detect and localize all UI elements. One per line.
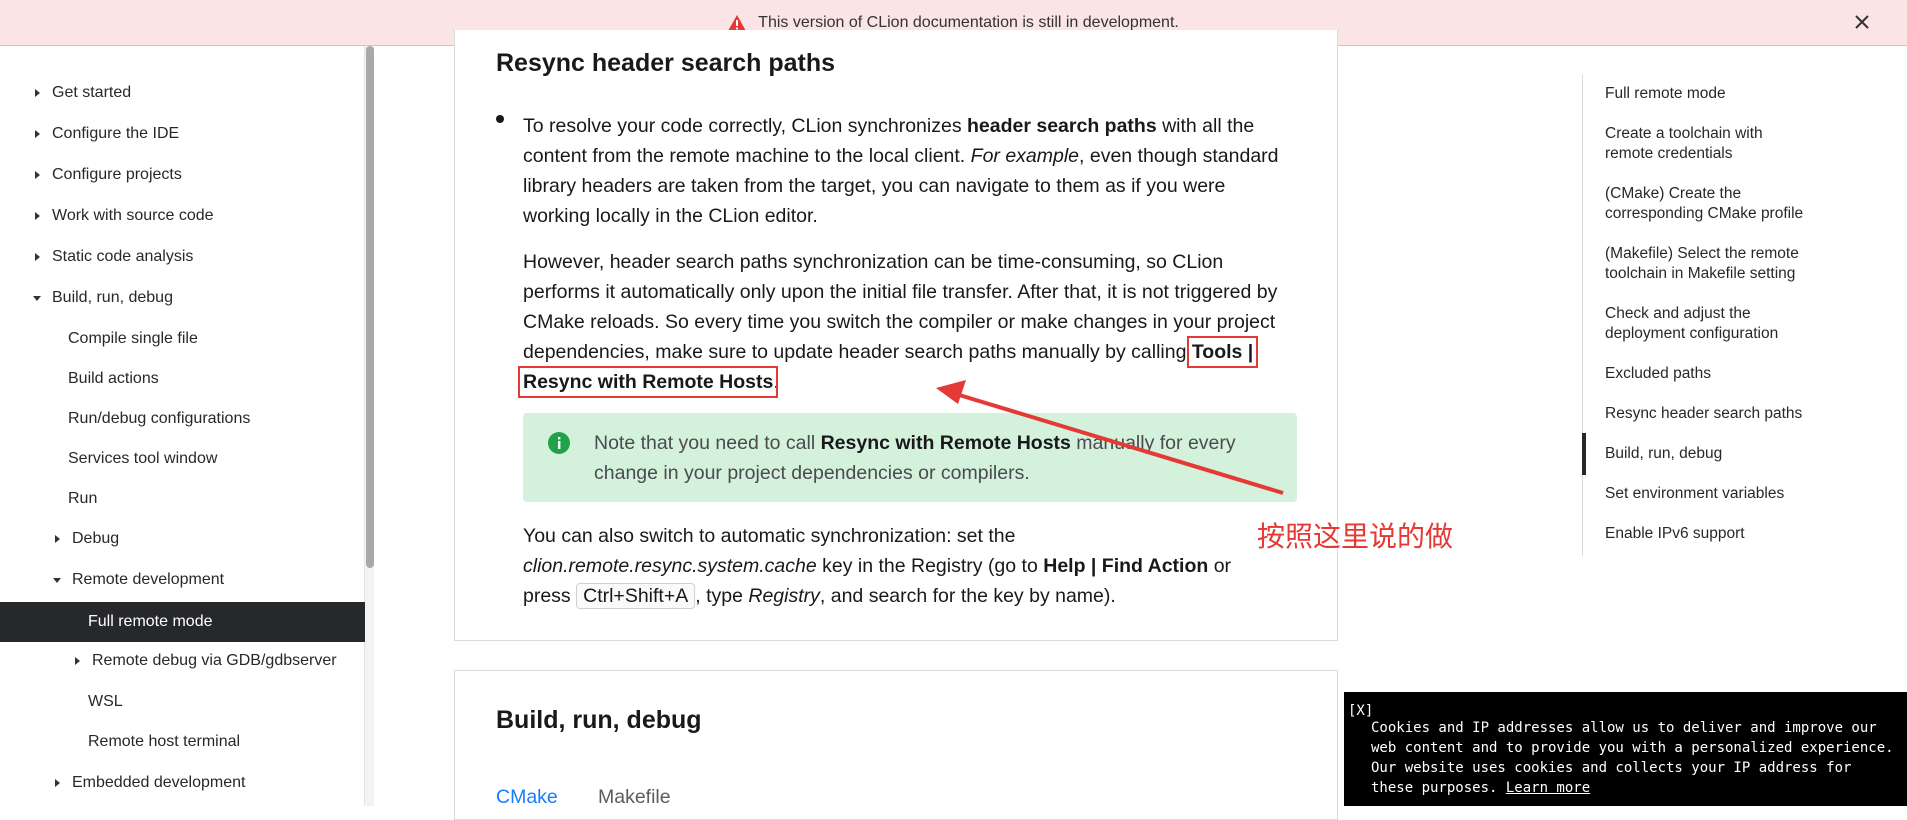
- caret-down-icon: [33, 296, 41, 301]
- sidebar-item-label: Remote development: [72, 571, 225, 588]
- sidebar-item-label: Run: [68, 490, 98, 507]
- bullet-dot: [496, 115, 504, 123]
- sidebar-item-run[interactable]: Run: [0, 481, 365, 517]
- sidebar-item-label: Remote host terminal: [88, 733, 241, 750]
- text-run: To resolve your code correctly, CLion sy…: [523, 115, 967, 137]
- caret-right-icon: [35, 89, 40, 97]
- sidebar-item-full-remote-mode[interactable]: Full remote mode: [0, 602, 365, 642]
- cookie-notice: [X] Cookies and IP addresses allow us to…: [1344, 692, 1907, 806]
- sidebar-item-configure-ide[interactable]: Configure the IDE: [0, 116, 365, 152]
- text-run-italic: Registry: [748, 585, 820, 607]
- sidebar-item-label: Build, run, debug: [52, 289, 173, 306]
- info-icon: [548, 432, 570, 454]
- page-toc: Full remote mode Create a toolchain with…: [1582, 74, 1812, 556]
- sidebar-item-label: Remote debug via GDB/gdbserver: [92, 652, 337, 669]
- toc-item-deployment-config[interactable]: Check and adjust the deployment configur…: [1605, 304, 1815, 344]
- sidebar-item-label: Services tool window: [68, 450, 218, 467]
- sidebar-item-get-started[interactable]: Get started: [0, 75, 365, 111]
- paragraph-auto-sync: You can also switch to automatic synchro…: [523, 521, 1273, 611]
- sidebar-item-wsl[interactable]: WSL: [0, 684, 365, 720]
- annotation-text: 按照这里说的做: [1257, 520, 1454, 553]
- text-run: However, header search paths synchroniza…: [523, 251, 1278, 363]
- toc-item-ipv6-support[interactable]: Enable IPv6 support: [1605, 524, 1815, 544]
- sidebar-item-label: Configure the IDE: [52, 125, 180, 142]
- note-text: Note that you need to call Resync with R…: [594, 428, 1284, 488]
- sidebar-item-label: Compile single file: [68, 330, 198, 347]
- text-run: .: [773, 371, 779, 393]
- sidebar-item-label: Configure projects: [52, 166, 182, 183]
- sidebar-item-label: Embedded development: [72, 774, 246, 791]
- caret-right-icon: [35, 253, 40, 261]
- warning-icon: [728, 14, 747, 31]
- caret-right-icon: [35, 130, 40, 138]
- text-run: You can also switch to automatic synchro…: [523, 525, 1016, 547]
- text-run: Note that you need to call: [594, 432, 821, 454]
- sidebar-item-label: Run/debug configurations: [68, 410, 251, 427]
- caret-right-icon: [35, 171, 40, 179]
- registry-key-text: clion.remote.resync.system.cache: [523, 555, 817, 577]
- caret-right-icon: [35, 212, 40, 220]
- toc-item-makefile-toolchain[interactable]: (Makefile) Select the remote toolchain i…: [1605, 244, 1815, 284]
- sidebar-item-remote-development[interactable]: Remote development: [0, 562, 365, 598]
- sidebar-item-build-run-debug[interactable]: Build, run, debug: [0, 280, 365, 316]
- sidebar-scrollbar-thumb[interactable]: [366, 46, 374, 568]
- section-title-build-run-debug: Build, run, debug: [496, 706, 702, 734]
- article-card-build-run-debug: [454, 670, 1338, 820]
- text-run: , type: [695, 585, 749, 607]
- cookie-close-button[interactable]: [X]: [1348, 701, 1373, 721]
- paragraph-resync-manual: However, header search paths synchroniza…: [517, 247, 1293, 398]
- caret-right-icon: [75, 657, 80, 665]
- toc-item-full-remote-mode[interactable]: Full remote mode: [1605, 84, 1815, 104]
- sidebar-item-remote-host-terminal[interactable]: Remote host terminal: [0, 724, 365, 760]
- sidebar-item-static-analysis[interactable]: Static code analysis: [0, 239, 365, 275]
- toc-item-cmake-profile[interactable]: (CMake) Create the corresponding CMake p…: [1605, 184, 1815, 224]
- toc-active-marker: [1582, 433, 1586, 475]
- sidebar-item-label: Debug: [72, 530, 120, 547]
- sidebar-item-debug[interactable]: Debug: [0, 521, 365, 557]
- caret-right-icon: [55, 535, 60, 543]
- toc-item-excluded-paths[interactable]: Excluded paths: [1605, 364, 1815, 384]
- sidebar-item-run-debug-configs[interactable]: Run/debug configurations: [0, 401, 365, 437]
- menu-path-find-action: Help | Find Action: [1043, 555, 1209, 577]
- note-callout: Note that you need to call Resync with R…: [523, 413, 1297, 502]
- caret-right-icon: [55, 779, 60, 787]
- text-run-bold: header search paths: [967, 115, 1157, 137]
- sidebar-item-label: Work with source code: [52, 207, 214, 224]
- banner-text: This version of CLion documentation is s…: [758, 13, 1179, 31]
- sidebar-item-label: Get started: [52, 84, 132, 101]
- sidebar-item-compile-single-file[interactable]: Compile single file: [0, 321, 365, 357]
- sidebar-item-configure-projects[interactable]: Configure projects: [0, 157, 365, 193]
- text-run: , and search for the key by name).: [819, 585, 1116, 607]
- sidebar-item-embedded-development[interactable]: Embedded development: [0, 765, 365, 801]
- cookie-message: Cookies and IP addresses allow us to del…: [1371, 720, 1903, 796]
- close-banner-icon[interactable]: [1851, 11, 1873, 33]
- sidebar-item-build-actions[interactable]: Build actions: [0, 361, 365, 397]
- toc-item-build-run-debug[interactable]: Build, run, debug: [1605, 444, 1815, 464]
- caret-down-icon: [53, 578, 61, 583]
- text-run-italic: For example: [970, 145, 1080, 167]
- learn-more-link[interactable]: Learn more: [1506, 780, 1590, 796]
- sidebar-item-label: Full remote mode: [88, 613, 213, 630]
- sidebar-nav: Get started Configure the IDE Configure …: [0, 46, 365, 806]
- paragraph-resync-intro: To resolve your code correctly, CLion sy…: [523, 111, 1293, 231]
- toc-item-env-variables[interactable]: Set environment variables: [1605, 484, 1815, 504]
- sidebar-item-label: Static code analysis: [52, 248, 194, 265]
- sidebar-item-label: Build actions: [68, 370, 159, 387]
- sidebar-item-label: WSL: [88, 693, 123, 710]
- text-run: key in the Registry (go to: [816, 555, 1044, 577]
- toc-item-create-toolchain[interactable]: Create a toolchain with remote credentia…: [1605, 124, 1815, 164]
- sidebar-item-remote-debug-gdb[interactable]: Remote debug via GDB/gdbserver: [0, 643, 365, 679]
- cookie-text: Cookies and IP addresses allow us to del…: [1371, 718, 1901, 798]
- sidebar-item-source-code[interactable]: Work with source code: [0, 198, 365, 234]
- toc-item-resync-header-paths[interactable]: Resync header search paths: [1605, 404, 1815, 424]
- text-run-bold: Resync with Remote Hosts: [820, 432, 1071, 454]
- section-title-resync: Resync header search paths: [496, 49, 836, 77]
- shortcut-keys: Ctrl+Shift+A: [576, 583, 696, 609]
- sidebar-item-services-tool-window[interactable]: Services tool window: [0, 441, 365, 477]
